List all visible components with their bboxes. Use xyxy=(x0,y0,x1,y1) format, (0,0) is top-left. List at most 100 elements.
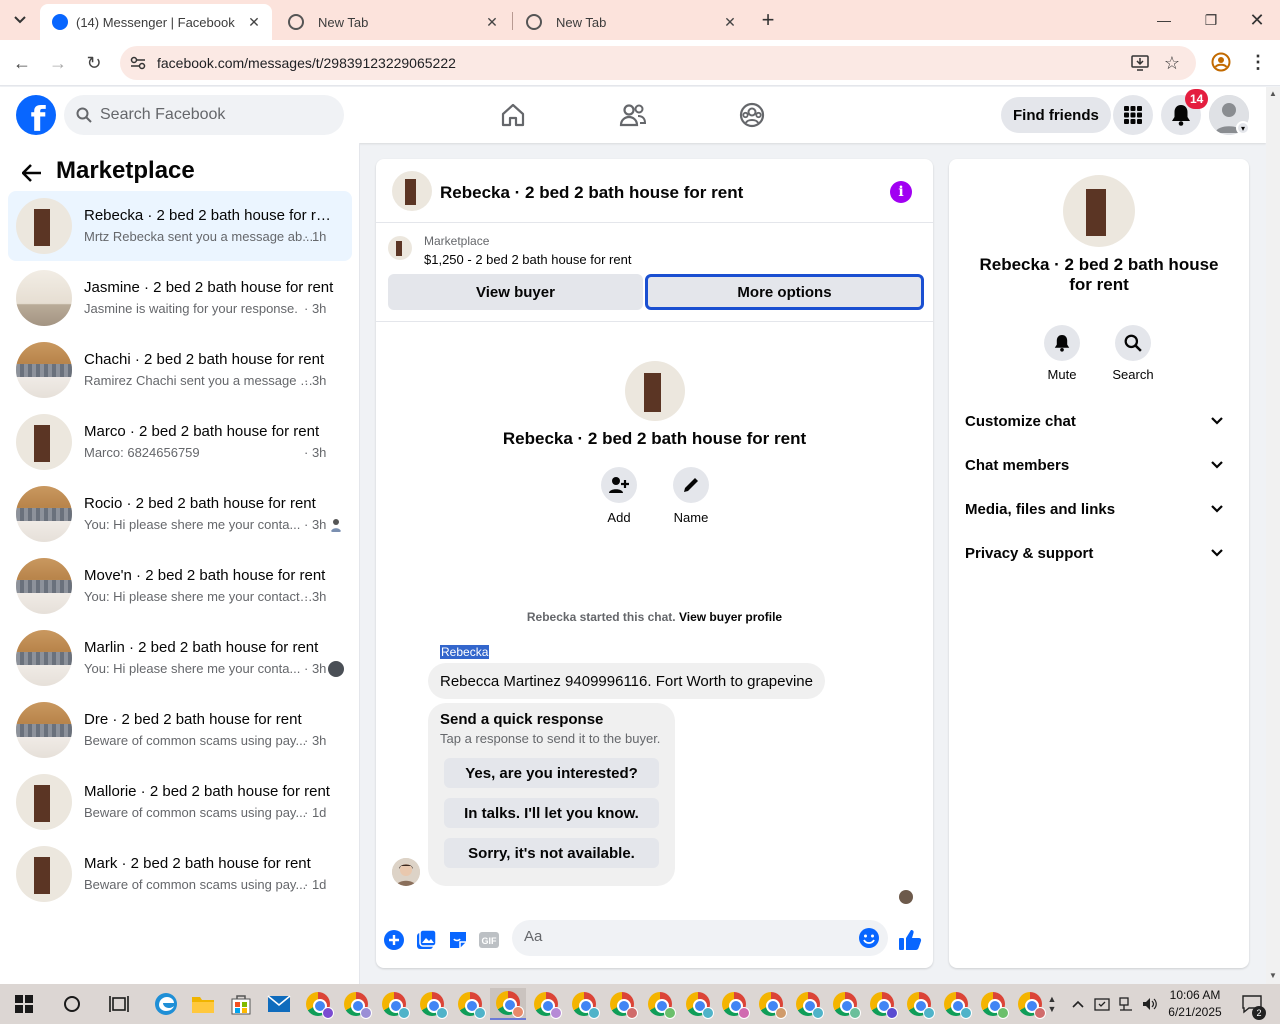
conversation-item[interactable]: Move'n · 2 bed 2 bath house for rent You… xyxy=(8,551,352,621)
chrome-window-icon[interactable] xyxy=(454,988,486,1020)
forward-icon[interactable]: → xyxy=(45,50,71,76)
restore-icon[interactable]: ❐ xyxy=(1197,6,1225,34)
customize-chat-section[interactable]: Customize chat xyxy=(957,399,1241,443)
browser-tab-messenger[interactable]: (14) Messenger | Facebook ✕ xyxy=(40,4,272,40)
volume-icon[interactable] xyxy=(1138,988,1162,1020)
message-input-wrapper[interactable] xyxy=(512,920,888,956)
chat-members-section[interactable]: Chat members xyxy=(957,443,1241,487)
file-explorer-icon[interactable] xyxy=(187,988,219,1020)
chrome-window-icon[interactable] xyxy=(644,988,676,1020)
menu-grid-icon[interactable] xyxy=(1113,95,1153,135)
chrome-window-icon[interactable] xyxy=(302,988,334,1020)
new-tab-button[interactable]: + xyxy=(756,7,780,32)
url-text[interactable]: facebook.com/messages/t/2983912322906522… xyxy=(157,55,456,71)
conversation-item[interactable]: Dre · 2 bed 2 bath house for rent Beware… xyxy=(8,695,352,765)
plus-icon[interactable] xyxy=(382,928,406,952)
conversation-item[interactable]: Mallorie · 2 bed 2 bath house for rent B… xyxy=(8,767,352,837)
image-icon[interactable] xyxy=(414,928,438,952)
facebook-logo[interactable]: f xyxy=(16,95,56,135)
conversation-item[interactable]: Rocio · 2 bed 2 bath house for rent You:… xyxy=(8,479,352,549)
emoji-icon[interactable] xyxy=(858,927,880,952)
sticker-icon[interactable] xyxy=(446,928,470,952)
chat-title[interactable]: Rebecka · 2 bed 2 bath house for rent xyxy=(440,183,743,203)
address-bar[interactable]: facebook.com/messages/t/2983912322906522… xyxy=(120,46,1196,80)
search-input[interactable] xyxy=(100,106,320,124)
conversation-item[interactable]: Mark · 2 bed 2 bath house for rent Bewar… xyxy=(8,839,352,909)
chrome-window-icon[interactable] xyxy=(606,988,638,1020)
close-tab-icon[interactable]: ✕ xyxy=(246,14,262,30)
chrome-window-icon[interactable] xyxy=(530,988,562,1020)
friends-icon[interactable] xyxy=(615,97,651,133)
chrome-window-icon[interactable] xyxy=(682,988,714,1020)
privacy-support-section[interactable]: Privacy & support xyxy=(957,531,1241,575)
conversation-item[interactable]: Jasmine · 2 bed 2 bath house for rent Ja… xyxy=(8,263,352,333)
name-button[interactable]: Name xyxy=(661,467,721,525)
chrome-window-icon[interactable] xyxy=(568,988,600,1020)
listing-price[interactable]: $1,250 - 2 bed 2 bath house for rent xyxy=(424,252,631,267)
like-icon[interactable] xyxy=(898,928,922,952)
chrome-window-icon[interactable] xyxy=(340,988,372,1020)
search-icon[interactable] xyxy=(56,988,88,1020)
chrome-window-icon[interactable] xyxy=(866,988,898,1020)
mail-icon[interactable] xyxy=(263,988,295,1020)
chat-avatar[interactable] xyxy=(392,171,432,211)
bookmark-star-icon[interactable]: ☆ xyxy=(1162,53,1182,73)
groups-icon[interactable] xyxy=(734,97,770,133)
close-tab-icon[interactable]: ✕ xyxy=(484,14,500,30)
browser-menu-icon[interactable]: ⋮ xyxy=(1248,52,1268,72)
task-view-icon[interactable] xyxy=(103,988,135,1020)
chevron-up-icon[interactable] xyxy=(1068,988,1088,1020)
chrome-window-icon[interactable] xyxy=(792,988,824,1020)
chrome-window-icon[interactable] xyxy=(829,988,861,1020)
page-scrollbar[interactable]: ▲ ▼ xyxy=(1266,87,1280,984)
close-window-icon[interactable]: ✕ xyxy=(1243,6,1271,34)
media-files-section[interactable]: Media, files and links xyxy=(957,487,1241,531)
sender-avatar[interactable] xyxy=(392,858,420,886)
quick-response-button[interactable]: Sorry, it's not available. xyxy=(444,838,659,868)
message-bubble[interactable]: Rebecca Martinez 9409996116. Fort Worth … xyxy=(428,663,825,699)
reload-icon[interactable]: ↻ xyxy=(81,50,107,76)
find-friends-button[interactable]: Find friends xyxy=(1001,97,1111,133)
chrome-window-icon[interactable] xyxy=(977,988,1009,1020)
taskbar-scroll-arrows[interactable]: ▲ ▼ xyxy=(1044,988,1060,1020)
browser-tab-new-1[interactable]: New Tab ✕ xyxy=(276,4,510,40)
more-options-button[interactable]: More options xyxy=(645,274,924,310)
facebook-search[interactable] xyxy=(64,95,344,135)
back-arrow-icon[interactable] xyxy=(18,159,46,187)
chrome-window-icon-active[interactable] xyxy=(490,988,526,1020)
clock[interactable]: 10:06 AM 6/21/2025 xyxy=(1160,987,1230,1021)
install-app-icon[interactable] xyxy=(1130,53,1150,73)
site-info-icon[interactable] xyxy=(128,53,148,73)
browser-tab-new-2[interactable]: New Tab ✕ xyxy=(514,4,748,40)
chrome-window-icon[interactable] xyxy=(755,988,787,1020)
network-icon[interactable] xyxy=(1114,988,1138,1020)
view-buyer-profile-link[interactable]: View buyer profile xyxy=(679,610,782,624)
info-icon[interactable]: i xyxy=(890,181,912,203)
chrome-window-icon[interactable] xyxy=(1014,988,1046,1020)
close-tab-icon[interactable]: ✕ xyxy=(722,14,738,30)
security-tray-icon[interactable] xyxy=(1090,988,1114,1020)
add-button[interactable]: Add xyxy=(589,467,649,525)
chevron-down-icon[interactable]: ▾ xyxy=(1236,121,1250,135)
search-in-chat-button[interactable]: Search xyxy=(1101,325,1165,382)
chrome-window-icon[interactable] xyxy=(718,988,750,1020)
quick-response-button[interactable]: In talks. I'll let you know. xyxy=(444,798,659,828)
mute-button[interactable]: Mute xyxy=(1030,325,1094,382)
view-buyer-button[interactable]: View buyer xyxy=(388,274,643,310)
back-icon[interactable]: ← xyxy=(9,50,35,76)
gif-icon[interactable]: GIF xyxy=(477,928,501,952)
chrome-window-icon[interactable] xyxy=(416,988,448,1020)
conversation-item[interactable]: Marlin · 2 bed 2 bath house for rent You… xyxy=(8,623,352,693)
minimize-icon[interactable]: — xyxy=(1150,6,1178,34)
conversation-item[interactable]: Marco · 2 bed 2 bath house for rent Marc… xyxy=(8,407,352,477)
message-input[interactable] xyxy=(524,928,844,945)
windows-start-icon[interactable] xyxy=(8,988,40,1020)
home-icon[interactable] xyxy=(495,97,531,133)
chrome-window-icon[interactable] xyxy=(940,988,972,1020)
quick-response-button[interactable]: Yes, are you interested? xyxy=(444,758,659,788)
tab-search-button[interactable] xyxy=(8,8,32,32)
profile-icon[interactable] xyxy=(1211,52,1231,72)
conversation-item[interactable]: Chachi · 2 bed 2 bath house for rent Ram… xyxy=(8,335,352,405)
conversation-item[interactable]: Rebecka · 2 bed 2 bath house for rent Mr… xyxy=(8,191,352,261)
store-icon[interactable] xyxy=(225,988,257,1020)
